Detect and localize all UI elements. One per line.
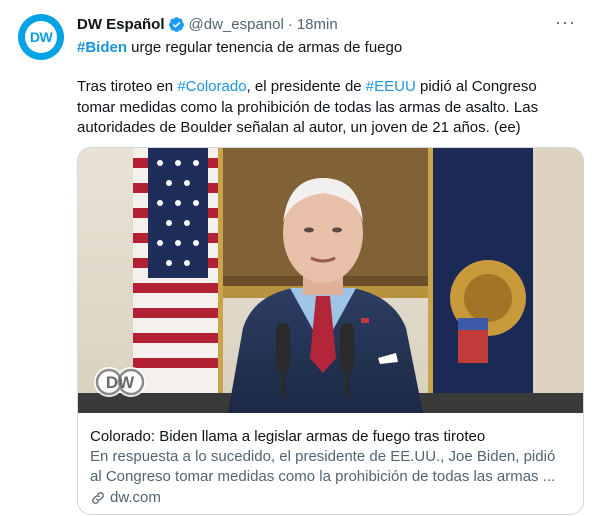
hashtag-biden[interactable]: #Biden xyxy=(77,39,127,56)
timestamp[interactable]: 18min xyxy=(297,16,338,33)
card-description: En respuesta a lo sucedido, el president… xyxy=(90,448,556,485)
card-image[interactable]: DW xyxy=(78,148,583,413)
separator-dot: · xyxy=(287,15,293,33)
verified-badge-icon xyxy=(168,16,185,33)
avatar[interactable]: DW xyxy=(18,14,64,60)
card-title[interactable]: Colorado: Biden llama a legislar armas d… xyxy=(90,427,571,447)
card-domain-row[interactable]: dw.com xyxy=(90,488,571,508)
biden-photo xyxy=(78,148,583,413)
dw-logo: DW xyxy=(92,364,148,400)
account-handle[interactable]: @dw_espanol xyxy=(189,16,284,33)
tweet-header: DW Español @dw_espanol · 18min ··· xyxy=(77,12,576,34)
body-text-1: Tras tiroteo en xyxy=(77,78,178,95)
tweet-body: Tras tiroteo en #Colorado, el presidente… xyxy=(77,77,577,139)
link-icon xyxy=(92,492,104,504)
tweet-headline: #Biden urge regular tenencia de armas de… xyxy=(77,38,402,58)
card-domain[interactable]: dw.com xyxy=(110,488,161,508)
hashtag-eeuu[interactable]: #EEUU xyxy=(366,78,416,95)
card-text[interactable]: Colorado: Biden llama a legislar armas d… xyxy=(90,427,571,508)
more-options-icon[interactable]: ··· xyxy=(555,12,576,33)
body-text-2: , el presidente de xyxy=(246,78,366,95)
dw-avatar-logo: DW xyxy=(25,21,57,53)
dw-logo-text: DW xyxy=(106,373,135,392)
headline-text: urge regular tenencia de armas de fuego xyxy=(127,39,403,56)
link-preview-card[interactable]: DW Colorado: Biden llama a legislar arma… xyxy=(77,147,584,515)
display-name[interactable]: DW Español xyxy=(77,16,165,33)
hashtag-colorado[interactable]: #Colorado xyxy=(177,78,246,95)
